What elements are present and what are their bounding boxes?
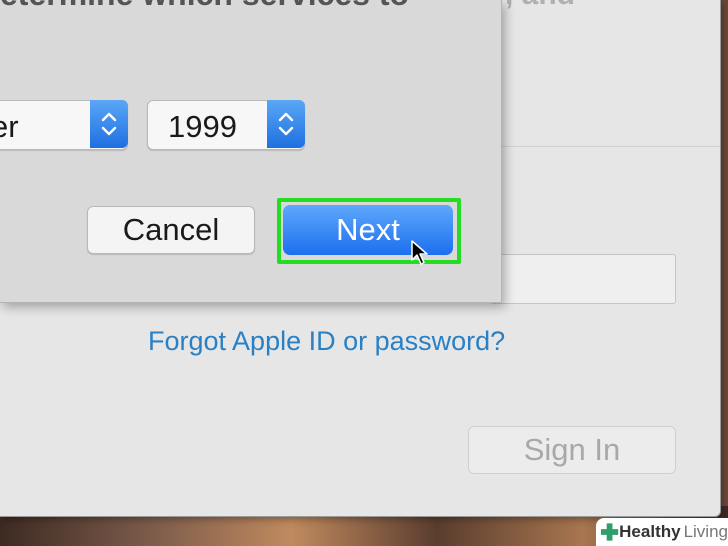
year-select-value: 1999: [168, 109, 237, 144]
month-select-value: er: [0, 109, 19, 144]
sign-in-button[interactable]: Sign In: [468, 426, 676, 474]
chevron-updown-icon: [90, 100, 128, 148]
password-field[interactable]: [490, 254, 676, 304]
birthday-sheet-dialog: etermine which services to er 1999 Cance…: [0, 0, 502, 303]
cancel-button[interactable]: Cancel: [87, 206, 255, 254]
mouse-pointer-icon: [410, 240, 432, 266]
forgot-apple-id-link[interactable]: Forgot Apple ID or password?: [148, 326, 505, 357]
year-select[interactable]: 1999: [147, 100, 305, 150]
watermark-text-healthy: Healthy: [619, 522, 681, 541]
month-select[interactable]: er: [0, 100, 128, 150]
watermark-text-living: Living: [683, 522, 728, 541]
plus-logo-icon: [600, 523, 619, 541]
sheet-title: etermine which services to: [0, 0, 420, 13]
healthy-living-watermark: Healthy Living: [596, 518, 728, 546]
window-partial-heading: , and: [505, 0, 575, 12]
window-divider: [500, 146, 720, 147]
chevron-updown-icon: [267, 100, 305, 148]
